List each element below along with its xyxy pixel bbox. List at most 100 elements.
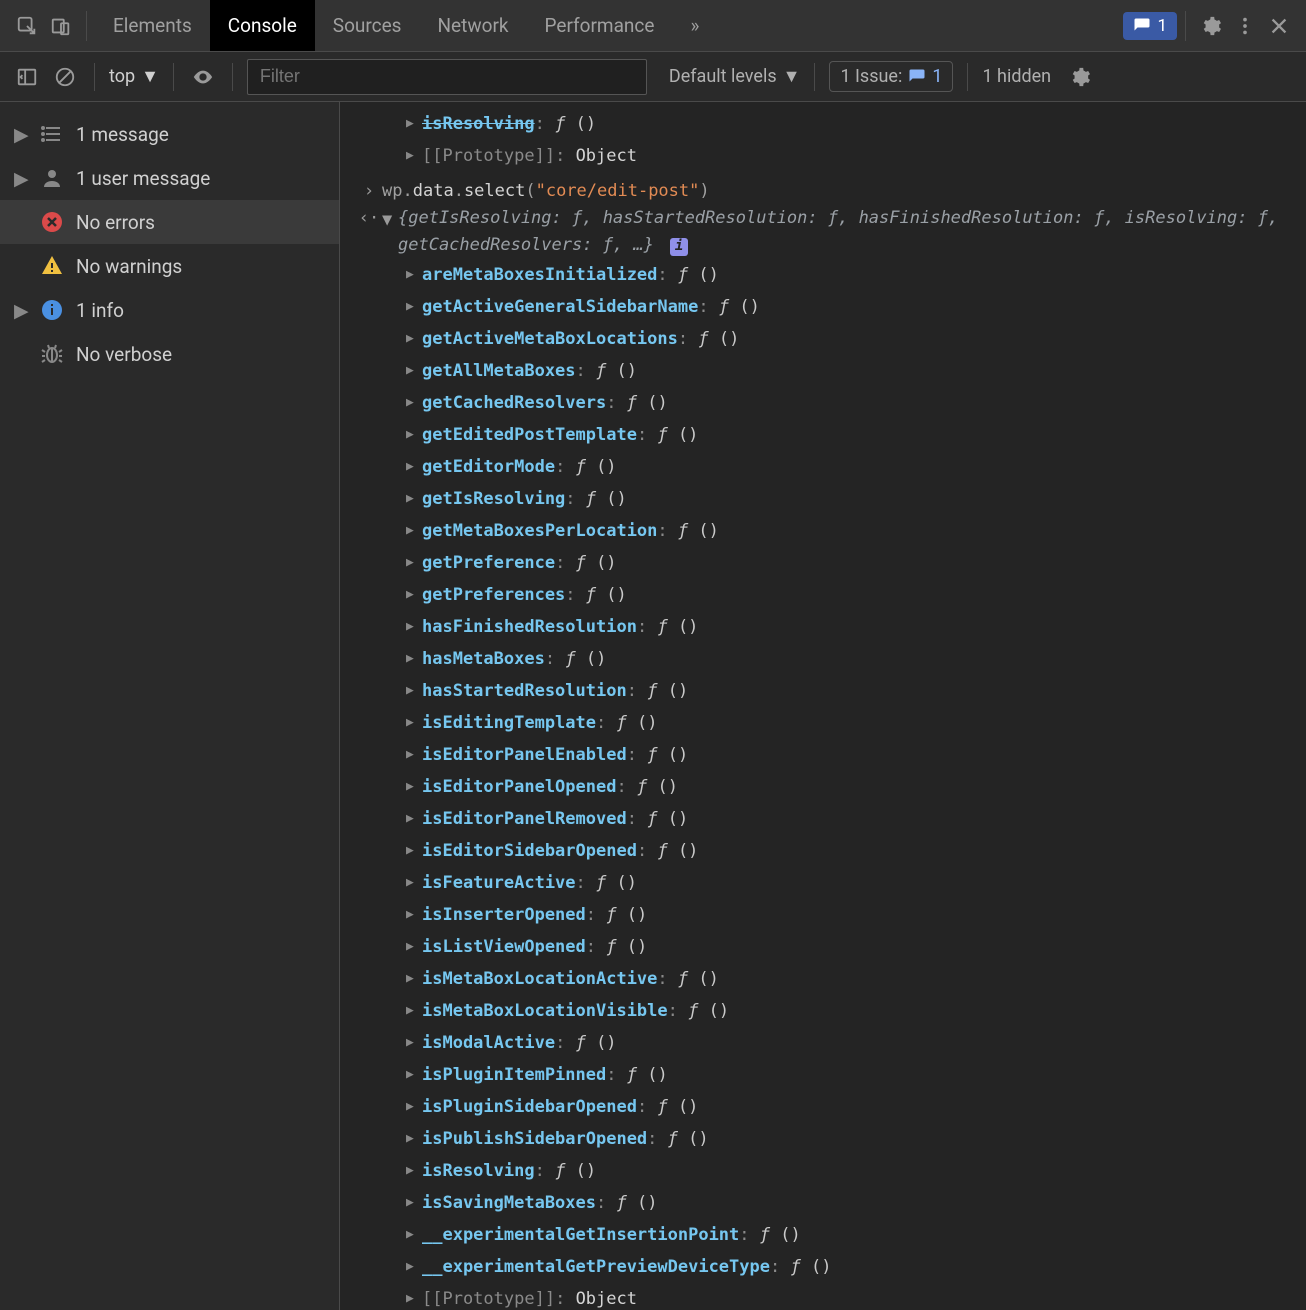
- issues-label: 1 Issue:: [840, 66, 902, 87]
- expand-icon: ▶: [406, 675, 422, 707]
- property-name: isEditorPanelOpened: [422, 771, 616, 803]
- property-name: isEditorSidebarOpened: [422, 835, 637, 867]
- tab-performance[interactable]: Performance: [527, 0, 673, 51]
- property-value: Object: [576, 140, 637, 172]
- context-selector[interactable]: top ▼: [109, 66, 159, 87]
- object-property-row[interactable]: ▶hasFinishedResolution: ƒ (): [340, 611, 1306, 643]
- close-icon[interactable]: [1262, 9, 1296, 43]
- object-property-row[interactable]: ▶isEditorPanelEnabled: ƒ (): [340, 739, 1306, 771]
- expand-icon: ▶: [14, 123, 28, 146]
- object-property-row[interactable]: ▶ isResolving: ƒ (): [340, 108, 1306, 140]
- tab-network[interactable]: Network: [419, 0, 526, 51]
- property-name: hasFinishedResolution: [422, 611, 637, 643]
- console-input-row[interactable]: › wp.data.select("core/edit-post"): [340, 178, 1306, 205]
- device-toggle-icon[interactable]: [44, 9, 78, 43]
- object-property-row[interactable]: ▶__experimentalGetPreviewDeviceType: ƒ (…: [340, 1251, 1306, 1283]
- expand-icon: ▶: [406, 419, 422, 451]
- object-property-row[interactable]: ▶getIsResolving: ƒ (): [340, 483, 1306, 515]
- object-property-row[interactable]: ▶getActiveMetaBoxLocations: ƒ (): [340, 323, 1306, 355]
- property-value: ƒ: [576, 547, 586, 579]
- object-property-row[interactable]: ▶getMetaBoxesPerLocation: ƒ (): [340, 515, 1306, 547]
- object-property-row[interactable]: ▶isEditorPanelRemoved: ƒ (): [340, 803, 1306, 835]
- expand-icon: ▶: [406, 451, 422, 483]
- property-name: getPreferences: [422, 579, 565, 611]
- object-property-row[interactable]: ▶areMetaBoxesInitialized: ƒ (): [340, 259, 1306, 291]
- object-property-row[interactable]: ▶getActiveGeneralSidebarName: ƒ (): [340, 291, 1306, 323]
- inspect-icon[interactable]: [10, 9, 44, 43]
- issue-chip: 1: [908, 66, 942, 87]
- object-property-row[interactable]: ▶ [[Prototype]]: Object: [340, 1283, 1306, 1310]
- object-property-row[interactable]: ▶isPluginItemPinned: ƒ (): [340, 1059, 1306, 1091]
- sidebar-item-messages[interactable]: ▶ 1 message: [0, 112, 339, 156]
- console-toolbar: top ▼ Default levels ▼ 1 Issue: 1 1 hidd…: [0, 52, 1306, 102]
- expand-icon: ▶: [406, 515, 422, 547]
- object-property-row[interactable]: ▶ [[Prototype]]: Object: [340, 140, 1306, 172]
- sidebar-item-user-messages[interactable]: ▶ 1 user message: [0, 156, 339, 200]
- object-property-row[interactable]: ▶isMetaBoxLocationVisible: ƒ (): [340, 995, 1306, 1027]
- property-name: isEditorPanelRemoved: [422, 803, 627, 835]
- expand-icon: ▶: [406, 291, 422, 323]
- object-property-row[interactable]: ▶getEditorMode: ƒ (): [340, 451, 1306, 483]
- log-levels-selector[interactable]: Default levels ▼: [669, 66, 801, 87]
- property-name: getActiveMetaBoxLocations: [422, 323, 678, 355]
- console-result-row[interactable]: ‹· ▼ {getIsResolving: ƒ, hasStartedResol…: [340, 205, 1306, 259]
- property-value: ƒ: [627, 1059, 637, 1091]
- object-property-row[interactable]: ▶hasStartedResolution: ƒ (): [340, 675, 1306, 707]
- property-name: areMetaBoxesInitialized: [422, 259, 657, 291]
- tab-sources[interactable]: Sources: [315, 0, 420, 51]
- property-value: ƒ: [678, 963, 688, 995]
- issues-badge[interactable]: 1: [1123, 12, 1177, 40]
- tab-overflow[interactable]: »: [672, 0, 717, 51]
- object-property-row[interactable]: ▶hasMetaBoxes: ƒ (): [340, 643, 1306, 675]
- property-name: isModalActive: [422, 1027, 555, 1059]
- console-settings-icon[interactable]: [1065, 62, 1095, 92]
- expand-icon: ▶: [406, 1187, 422, 1219]
- expand-icon: ▶: [406, 547, 422, 579]
- sidebar-item-verbose[interactable]: No verbose: [0, 332, 339, 376]
- more-icon[interactable]: [1228, 9, 1262, 43]
- object-property-row[interactable]: ▶getEditedPostTemplate: ƒ (): [340, 419, 1306, 451]
- sidebar-item-errors[interactable]: No errors: [0, 200, 339, 244]
- tab-elements[interactable]: Elements: [95, 0, 210, 51]
- tab-console[interactable]: Console: [210, 0, 315, 51]
- info-badge-icon[interactable]: i: [670, 238, 688, 256]
- expand-icon: ▶: [406, 995, 422, 1027]
- settings-icon[interactable]: [1194, 9, 1228, 43]
- object-property-row[interactable]: ▶isSavingMetaBoxes: ƒ (): [340, 1187, 1306, 1219]
- object-property-row[interactable]: ▶isEditingTemplate: ƒ (): [340, 707, 1306, 739]
- object-property-row[interactable]: ▶__experimentalGetInsertionPoint: ƒ (): [340, 1219, 1306, 1251]
- object-property-row[interactable]: ▶getCachedResolvers: ƒ (): [340, 387, 1306, 419]
- object-property-row[interactable]: ▶isResolving: ƒ (): [340, 1155, 1306, 1187]
- object-property-row[interactable]: ▶getPreferences: ƒ (): [340, 579, 1306, 611]
- list-icon: [40, 122, 64, 146]
- expand-icon: ▶: [406, 387, 422, 419]
- issues-button[interactable]: 1 Issue: 1: [829, 61, 953, 92]
- property-value: ƒ: [647, 739, 657, 771]
- sidebar-item-info[interactable]: ▶ 1 info: [0, 288, 339, 332]
- object-property-row[interactable]: ▶isInserterOpened: ƒ (): [340, 899, 1306, 931]
- object-property-row[interactable]: ▶isEditorPanelOpened: ƒ (): [340, 771, 1306, 803]
- sidebar-item-warnings[interactable]: No warnings: [0, 244, 339, 288]
- object-property-row[interactable]: ▶isEditorSidebarOpened: ƒ (): [340, 835, 1306, 867]
- object-property-row[interactable]: ▶isModalActive: ƒ (): [340, 1027, 1306, 1059]
- object-property-row[interactable]: ▶getPreference: ƒ (): [340, 547, 1306, 579]
- object-property-row[interactable]: ▶isListViewOpened: ƒ (): [340, 931, 1306, 963]
- expand-icon: ▶: [14, 167, 28, 190]
- object-property-row[interactable]: ▶getAllMetaBoxes: ƒ (): [340, 355, 1306, 387]
- object-property-row[interactable]: ▶isMetaBoxLocationActive: ƒ (): [340, 963, 1306, 995]
- console-output: ▶ isResolving: ƒ () ▶ [[Prototype]]: Obj…: [340, 102, 1306, 1310]
- panel-tabs: Elements Console Sources Network Perform…: [95, 0, 717, 51]
- expand-icon: ▶: [406, 963, 422, 995]
- object-property-row[interactable]: ▶isPublishSidebarOpened: ƒ (): [340, 1123, 1306, 1155]
- clear-console-icon[interactable]: [50, 62, 80, 92]
- hidden-count[interactable]: 1 hidden: [982, 66, 1051, 87]
- expand-icon: ▶: [406, 1123, 422, 1155]
- filter-input[interactable]: [247, 59, 647, 95]
- object-property-row[interactable]: ▶isPluginSidebarOpened: ƒ (): [340, 1091, 1306, 1123]
- sidebar-toggle-icon[interactable]: [12, 62, 42, 92]
- property-value: ƒ: [647, 675, 657, 707]
- expand-icon[interactable]: ▼: [382, 205, 398, 234]
- object-property-row[interactable]: ▶isFeatureActive: ƒ (): [340, 867, 1306, 899]
- live-expression-icon[interactable]: [188, 62, 218, 92]
- property-value: Object: [576, 1283, 637, 1310]
